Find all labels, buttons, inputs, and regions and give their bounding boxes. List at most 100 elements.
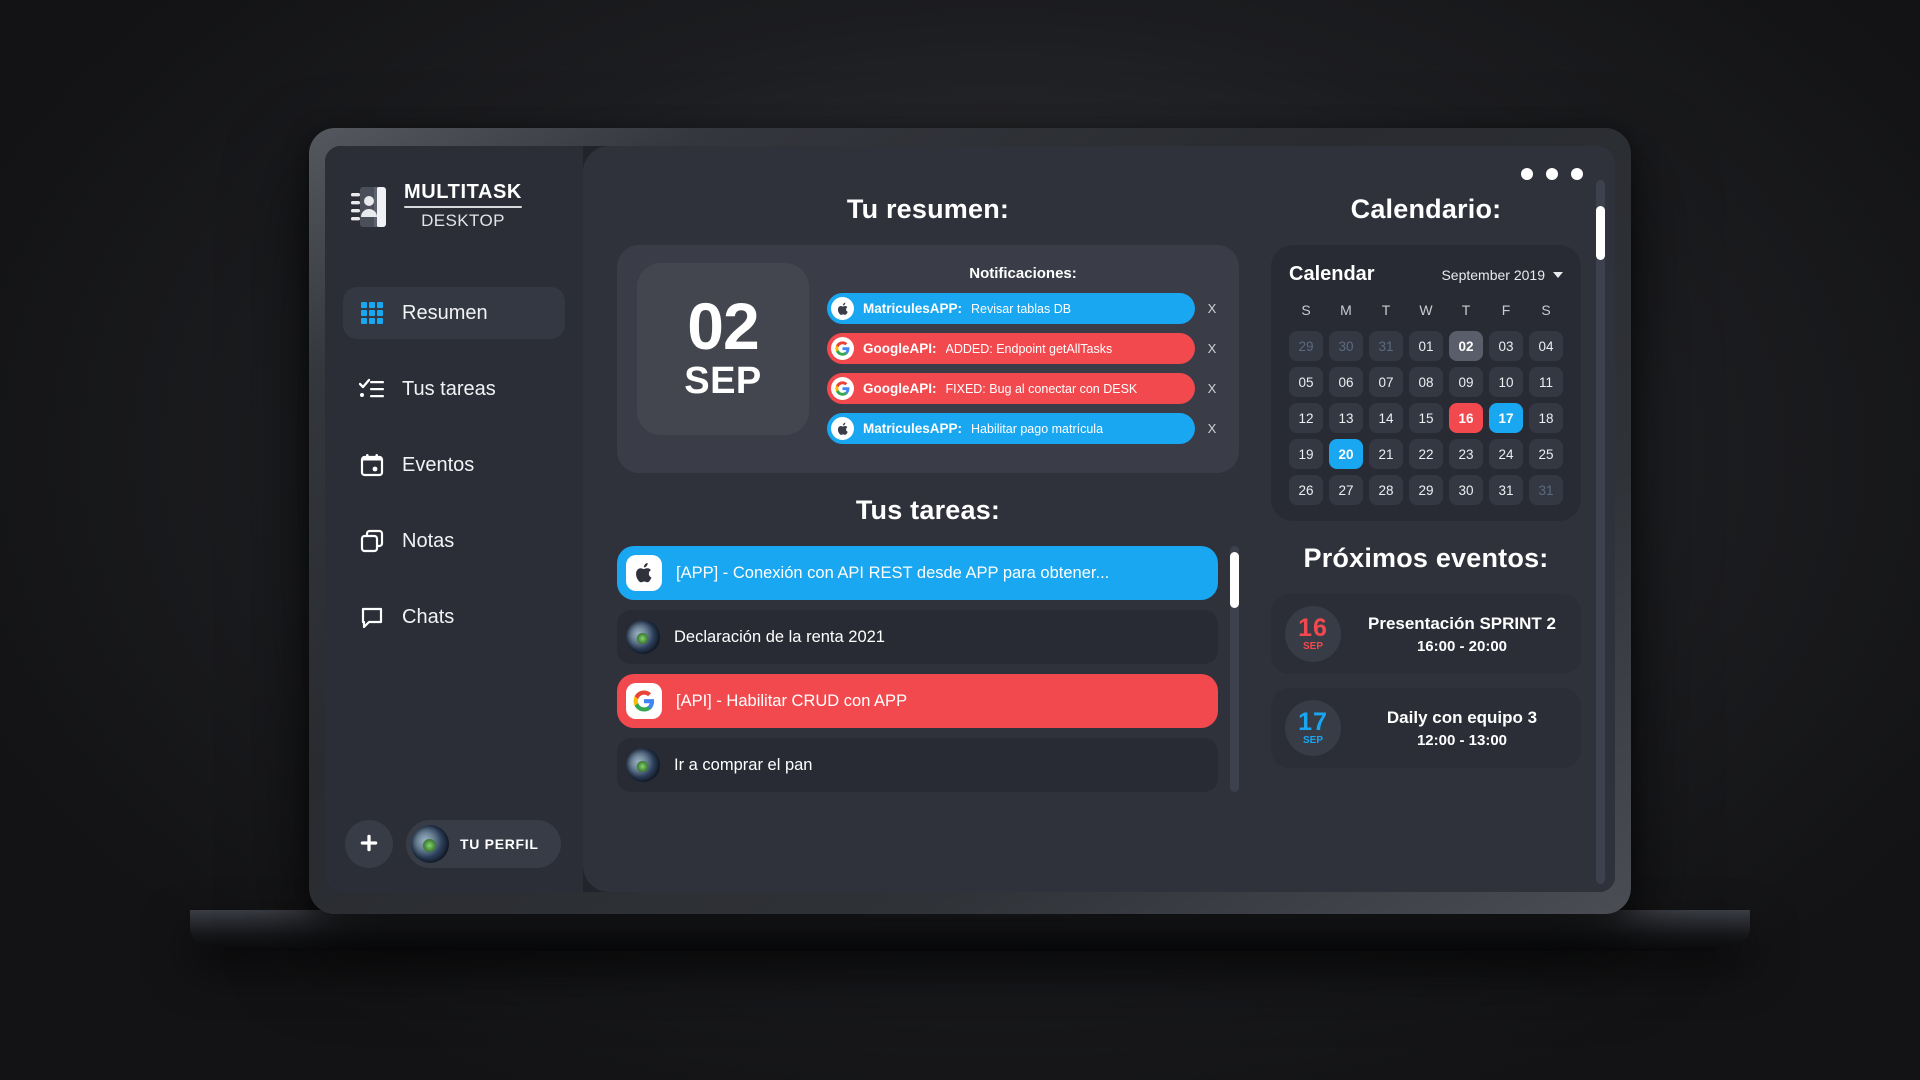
calendar-day[interactable]: 31 (1489, 475, 1523, 505)
notification-row: MatriculesAPP: Habilitar pago matrícula … (827, 413, 1219, 444)
notification-row: MatriculesAPP: Revisar tablas DB X (827, 293, 1219, 324)
chat-bubble-icon (359, 604, 385, 630)
task-item[interactable]: Declaración de la renta 2021 (617, 610, 1218, 664)
event-item[interactable]: 17 SEP Daily con equipo 3 12:00 - 13:00 (1271, 688, 1581, 768)
calendar-day[interactable]: 26 (1289, 475, 1323, 505)
brand: MULTITASK DESKTOP (325, 182, 583, 231)
calendar-day[interactable]: 30 (1449, 475, 1483, 505)
add-button[interactable] (345, 820, 393, 868)
calendar-day[interactable]: 31 (1529, 475, 1563, 505)
page-title: Tu resumen: (846, 194, 1010, 224)
right-column: Calendario: Calendar September 2019 S M … (1265, 172, 1615, 892)
notification-message: ADDED: Endpoint getAllTasks (945, 341, 1113, 356)
calendar-day[interactable]: 29 (1289, 331, 1323, 361)
calendar-day[interactable]: 09 (1449, 367, 1483, 397)
calendar-day[interactable]: 14 (1369, 403, 1403, 433)
close-icon[interactable]: X (1205, 301, 1219, 316)
calendar-scrollbar[interactable] (1596, 180, 1605, 884)
event-date-badge: 17 SEP (1285, 700, 1341, 756)
close-icon[interactable]: X (1205, 421, 1219, 436)
sidebar: MULTITASK DESKTOP Resumen Tus tareas Eve… (325, 146, 583, 892)
laptop-lid: MULTITASK DESKTOP Resumen Tus tareas Eve… (309, 128, 1631, 914)
notification-app: GoogleAPI: (863, 381, 937, 396)
tasks-scrollbar-thumb[interactable] (1230, 552, 1239, 608)
event-day: 17 (1298, 708, 1328, 736)
main-content: Tu resumen: 02 SEP Notificaciones: Matri… (583, 146, 1615, 892)
calendar-day[interactable]: 05 (1289, 367, 1323, 397)
close-icon[interactable]: X (1205, 341, 1219, 356)
task-item[interactable]: [API] - Habilitar CRUD con APP (617, 674, 1218, 728)
sidebar-item-tus-tareas[interactable]: Tus tareas (343, 363, 565, 415)
calendar-day[interactable]: 07 (1369, 367, 1403, 397)
apple-icon (831, 417, 854, 440)
sidebar-item-notas[interactable]: Notas (343, 515, 565, 567)
notification-item[interactable]: MatriculesAPP: Habilitar pago matrícula (827, 413, 1195, 444)
laptop-base (190, 910, 1750, 944)
checklist-icon (359, 376, 385, 402)
calendar-day[interactable]: 01 (1409, 331, 1443, 361)
calendar-day[interactable]: 29 (1409, 475, 1443, 505)
calendar-day[interactable]: 03 (1489, 331, 1523, 361)
notifications-title: Notificaciones: (969, 265, 1077, 282)
notification-row: GoogleAPI: FIXED: Bug al conectar con DE… (827, 373, 1219, 404)
calendar-day[interactable]: 24 (1489, 439, 1523, 469)
date-day: 02 (687, 289, 759, 364)
sidebar-item-chats[interactable]: Chats (343, 591, 565, 643)
event-item[interactable]: 16 SEP Presentación SPRINT 2 16:00 - 20:… (1271, 594, 1581, 674)
sidebar-item-label: Resumen (402, 301, 488, 324)
notification-item[interactable]: GoogleAPI: FIXED: Bug al conectar con DE… (827, 373, 1195, 404)
profile-label: TU PERFIL (460, 836, 539, 852)
close-icon[interactable]: X (1205, 381, 1219, 396)
calendar-day[interactable]: 22 (1409, 439, 1443, 469)
laptop-mockup: MULTITASK DESKTOP Resumen Tus tareas Eve… (190, 128, 1750, 951)
calendar-day[interactable]: 08 (1409, 367, 1443, 397)
laptop-base-foot (220, 942, 1720, 951)
calendar-day-event-red[interactable]: 16 (1449, 403, 1483, 433)
notifications-panel: Notificaciones: MatriculesAPP: Revisar t… (827, 263, 1219, 453)
notification-app: GoogleAPI: (863, 341, 937, 356)
sidebar-item-eventos[interactable]: Eventos (343, 439, 565, 491)
brand-subtitle: DESKTOP (421, 211, 505, 230)
google-icon (831, 337, 854, 360)
calendar-day[interactable]: 10 (1489, 367, 1523, 397)
calendar-day-event-blue[interactable]: 17 (1489, 403, 1523, 433)
tasks-scrollbar[interactable] (1230, 546, 1239, 792)
calendar-day[interactable]: 27 (1329, 475, 1363, 505)
calendar-day[interactable]: 28 (1369, 475, 1403, 505)
calendar-day[interactable]: 18 (1529, 403, 1563, 433)
event-date-badge: 16 SEP (1285, 606, 1341, 662)
calendar-icon (359, 452, 385, 478)
calendar-day[interactable]: 15 (1409, 403, 1443, 433)
calendar-day[interactable]: 06 (1329, 367, 1363, 397)
calendar-day[interactable]: 04 (1529, 331, 1563, 361)
calendar-month-label: September 2019 (1441, 266, 1545, 283)
apple-icon (626, 555, 662, 591)
calendar-day[interactable]: 11 (1529, 367, 1563, 397)
calendar-day-event-blue[interactable]: 20 (1329, 439, 1363, 469)
calendar-day[interactable]: 30 (1329, 331, 1363, 361)
calendar-day-today[interactable]: 02 (1449, 331, 1483, 361)
profile-button[interactable]: TU PERFIL (406, 820, 561, 868)
sidebar-item-resumen[interactable]: Resumen (343, 287, 565, 339)
calendar-day[interactable]: 13 (1329, 403, 1363, 433)
calendar-scrollbar-thumb[interactable] (1596, 206, 1605, 260)
calendar-day[interactable]: 12 (1289, 403, 1323, 433)
event-month: SEP (1302, 735, 1323, 746)
task-item[interactable]: [APP] - Conexión con API REST desde APP … (617, 546, 1218, 600)
event-body: Daily con equipo 3 12:00 - 13:00 (1357, 708, 1567, 749)
weekday-label: W (1419, 302, 1433, 318)
calendar-day[interactable]: 23 (1449, 439, 1483, 469)
contacts-book-icon (351, 186, 391, 228)
brand-divider (404, 206, 522, 208)
center-column: Tu resumen: 02 SEP Notificaciones: Matri… (583, 172, 1265, 892)
notification-item[interactable]: GoogleAPI: ADDED: Endpoint getAllTasks (827, 333, 1195, 364)
calendar-day[interactable]: 25 (1529, 439, 1563, 469)
calendar-day[interactable]: 21 (1369, 439, 1403, 469)
calendar-month-select[interactable]: September 2019 (1441, 267, 1563, 283)
task-item[interactable]: Ir a comprar el pan (617, 738, 1218, 792)
tasks-list: [APP] - Conexión con API REST desde APP … (617, 546, 1218, 792)
calendar-day[interactable]: 19 (1289, 439, 1323, 469)
calendar-day[interactable]: 31 (1369, 331, 1403, 361)
notification-item[interactable]: MatriculesAPP: Revisar tablas DB (827, 293, 1195, 324)
copy-icon (359, 528, 385, 554)
